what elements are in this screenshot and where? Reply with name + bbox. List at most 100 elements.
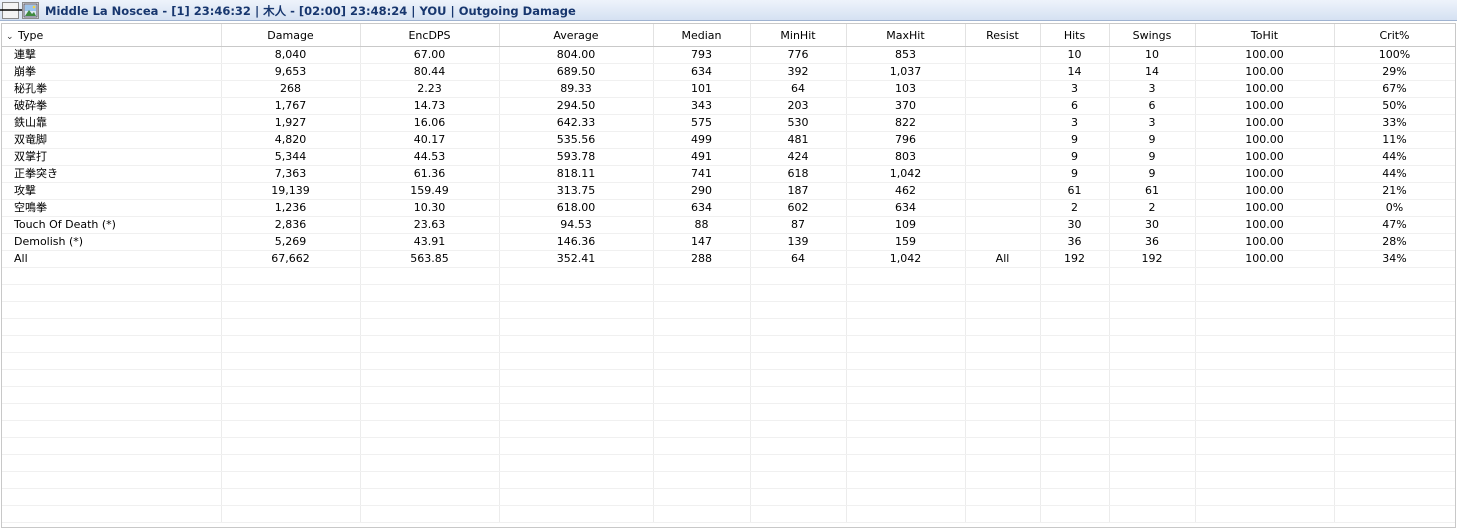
table-row[interactable]: Demolish (*) 5,269 43.91 146.36 147 139 159 36 3… bbox=[2, 233, 1455, 251]
empty-cell bbox=[1109, 267, 1196, 285]
table-cell: 290 bbox=[653, 182, 751, 200]
column-header-maxhit[interactable]: MaxHit bbox=[846, 24, 966, 47]
table-cell: 187 bbox=[750, 182, 847, 200]
table-row[interactable]: 双掌打 5,344 44.53 593.78 491 424 803 9 9 100.00 44% bbox=[2, 148, 1455, 166]
empty-cell bbox=[499, 301, 654, 319]
empty-cell bbox=[221, 403, 361, 421]
empty-cell bbox=[1109, 505, 1196, 523]
table-row[interactable]: 崩拳 9,653 80.44 689.50 634 392 1,037 14 14 100.00 2… bbox=[2, 63, 1455, 81]
empty-cell bbox=[653, 488, 751, 506]
column-header-minhit[interactable]: MinHit bbox=[750, 24, 847, 47]
table-cell: 159 bbox=[846, 233, 966, 251]
table-row[interactable]: 鉄山靠 1,927 16.06 642.33 575 530 822 3 3 100.00 33% bbox=[2, 114, 1455, 132]
empty-cell bbox=[221, 488, 361, 506]
empty-cell bbox=[1195, 335, 1335, 353]
table-cell: 3 bbox=[1109, 114, 1196, 132]
table-row[interactable]: 秘孔拳 268 2.23 89.33 101 64 103 3 3 100.00 67% bbox=[2, 80, 1455, 98]
empty-cell bbox=[750, 284, 847, 302]
table-cell: 秘孔拳 bbox=[2, 80, 222, 98]
table-row[interactable]: 破砕拳 1,767 14.73 294.50 343 203 370 6 6 100.00 50% bbox=[2, 97, 1455, 115]
picture-icon[interactable] bbox=[22, 2, 39, 19]
empty-cell bbox=[653, 284, 751, 302]
table-cell: 100.00 bbox=[1195, 250, 1335, 268]
column-header-damage[interactable]: Damage bbox=[221, 24, 361, 47]
empty-row bbox=[2, 488, 1455, 506]
table-row[interactable]: Touch Of Death (*) 2,836 23.63 94.53 88 87 109… bbox=[2, 216, 1455, 234]
empty-cell bbox=[1040, 335, 1110, 353]
column-header-crit[interactable]: Crit% bbox=[1334, 24, 1455, 47]
empty-cell bbox=[1195, 488, 1335, 506]
column-header-tohit[interactable]: ToHit bbox=[1195, 24, 1335, 47]
empty-cell bbox=[1195, 267, 1335, 285]
empty-cell bbox=[1040, 267, 1110, 285]
table-row[interactable]: 正拳突き 7,363 61.36 818.11 741 618 1,042 9 9 100.00 4… bbox=[2, 165, 1455, 183]
empty-cell bbox=[1040, 352, 1110, 370]
column-header-encdps[interactable]: EncDPS bbox=[360, 24, 500, 47]
empty-cell bbox=[750, 505, 847, 523]
empty-cell bbox=[750, 301, 847, 319]
empty-row bbox=[2, 369, 1455, 387]
table-row[interactable]: All 67,662 563.85 352.41 288 64 1,042 All 192 192… bbox=[2, 250, 1455, 268]
empty-cell bbox=[750, 369, 847, 387]
table-cell: 29% bbox=[1334, 63, 1455, 81]
empty-cell bbox=[360, 454, 500, 472]
empty-cell bbox=[1195, 420, 1335, 438]
table-cell: 100.00 bbox=[1195, 46, 1335, 64]
empty-cell bbox=[1109, 284, 1196, 302]
table-cell: 491 bbox=[653, 148, 751, 166]
empty-cell bbox=[1334, 301, 1455, 319]
empty-cell bbox=[1109, 386, 1196, 404]
empty-cell bbox=[499, 437, 654, 455]
table-cell: 67.00 bbox=[360, 46, 500, 64]
empty-cell bbox=[1334, 454, 1455, 472]
empty-cell bbox=[1040, 471, 1110, 489]
table-row[interactable]: 双竜脚 4,820 40.17 535.56 499 481 796 9 9 100.00 11% bbox=[2, 131, 1455, 149]
empty-cell bbox=[1109, 437, 1196, 455]
empty-cell bbox=[360, 352, 500, 370]
table-cell: 19,139 bbox=[221, 182, 361, 200]
empty-cell bbox=[750, 403, 847, 421]
empty-cell bbox=[1109, 471, 1196, 489]
empty-cell bbox=[846, 369, 966, 387]
table-row[interactable]: 空鳴拳 1,236 10.30 618.00 634 602 634 2 2 100.00 0% bbox=[2, 199, 1455, 217]
empty-cell bbox=[750, 386, 847, 404]
empty-cell bbox=[846, 386, 966, 404]
empty-cell bbox=[653, 386, 751, 404]
table-cell: 0% bbox=[1334, 199, 1455, 217]
empty-row bbox=[2, 284, 1455, 302]
empty-cell bbox=[653, 454, 751, 472]
empty-cell bbox=[499, 318, 654, 336]
empty-row bbox=[2, 352, 1455, 370]
empty-cell bbox=[1040, 505, 1110, 523]
table-cell bbox=[965, 46, 1041, 64]
empty-cell bbox=[2, 301, 222, 319]
column-header-hits[interactable]: Hits bbox=[1040, 24, 1110, 47]
column-header-swings[interactable]: Swings bbox=[1109, 24, 1196, 47]
back-arrow-icon[interactable]: 🡐 bbox=[0, 2, 28, 19]
column-header-average[interactable]: Average bbox=[499, 24, 654, 47]
column-header-resist[interactable]: Resist bbox=[965, 24, 1041, 47]
table-cell: 1,927 bbox=[221, 114, 361, 132]
empty-cell bbox=[221, 437, 361, 455]
table-cell bbox=[965, 182, 1041, 200]
table-cell: All bbox=[965, 250, 1041, 268]
table-cell: 159.49 bbox=[360, 182, 500, 200]
column-header-type[interactable]: ⌄ Type bbox=[2, 24, 222, 47]
table-cell: 100% bbox=[1334, 46, 1455, 64]
empty-cell bbox=[1109, 335, 1196, 353]
empty-cell bbox=[653, 301, 751, 319]
table-cell: 618.00 bbox=[499, 199, 654, 217]
empty-cell bbox=[1109, 454, 1196, 472]
table-cell: 100.00 bbox=[1195, 131, 1335, 149]
empty-row bbox=[2, 454, 1455, 472]
column-header-label: Type bbox=[18, 28, 44, 42]
table-row[interactable]: 攻撃 19,139 159.49 313.75 290 187 462 61 61 100.00 2… bbox=[2, 182, 1455, 200]
column-header-median[interactable]: Median bbox=[653, 24, 751, 47]
empty-cell bbox=[653, 369, 751, 387]
empty-cell bbox=[2, 335, 222, 353]
empty-cell bbox=[1334, 284, 1455, 302]
table-row[interactable]: 連撃 8,040 67.00 804.00 793 776 853 10 10 100.00 100… bbox=[2, 46, 1455, 64]
table-cell: 1,042 bbox=[846, 165, 966, 183]
empty-cell bbox=[221, 267, 361, 285]
empty-cell bbox=[846, 318, 966, 336]
